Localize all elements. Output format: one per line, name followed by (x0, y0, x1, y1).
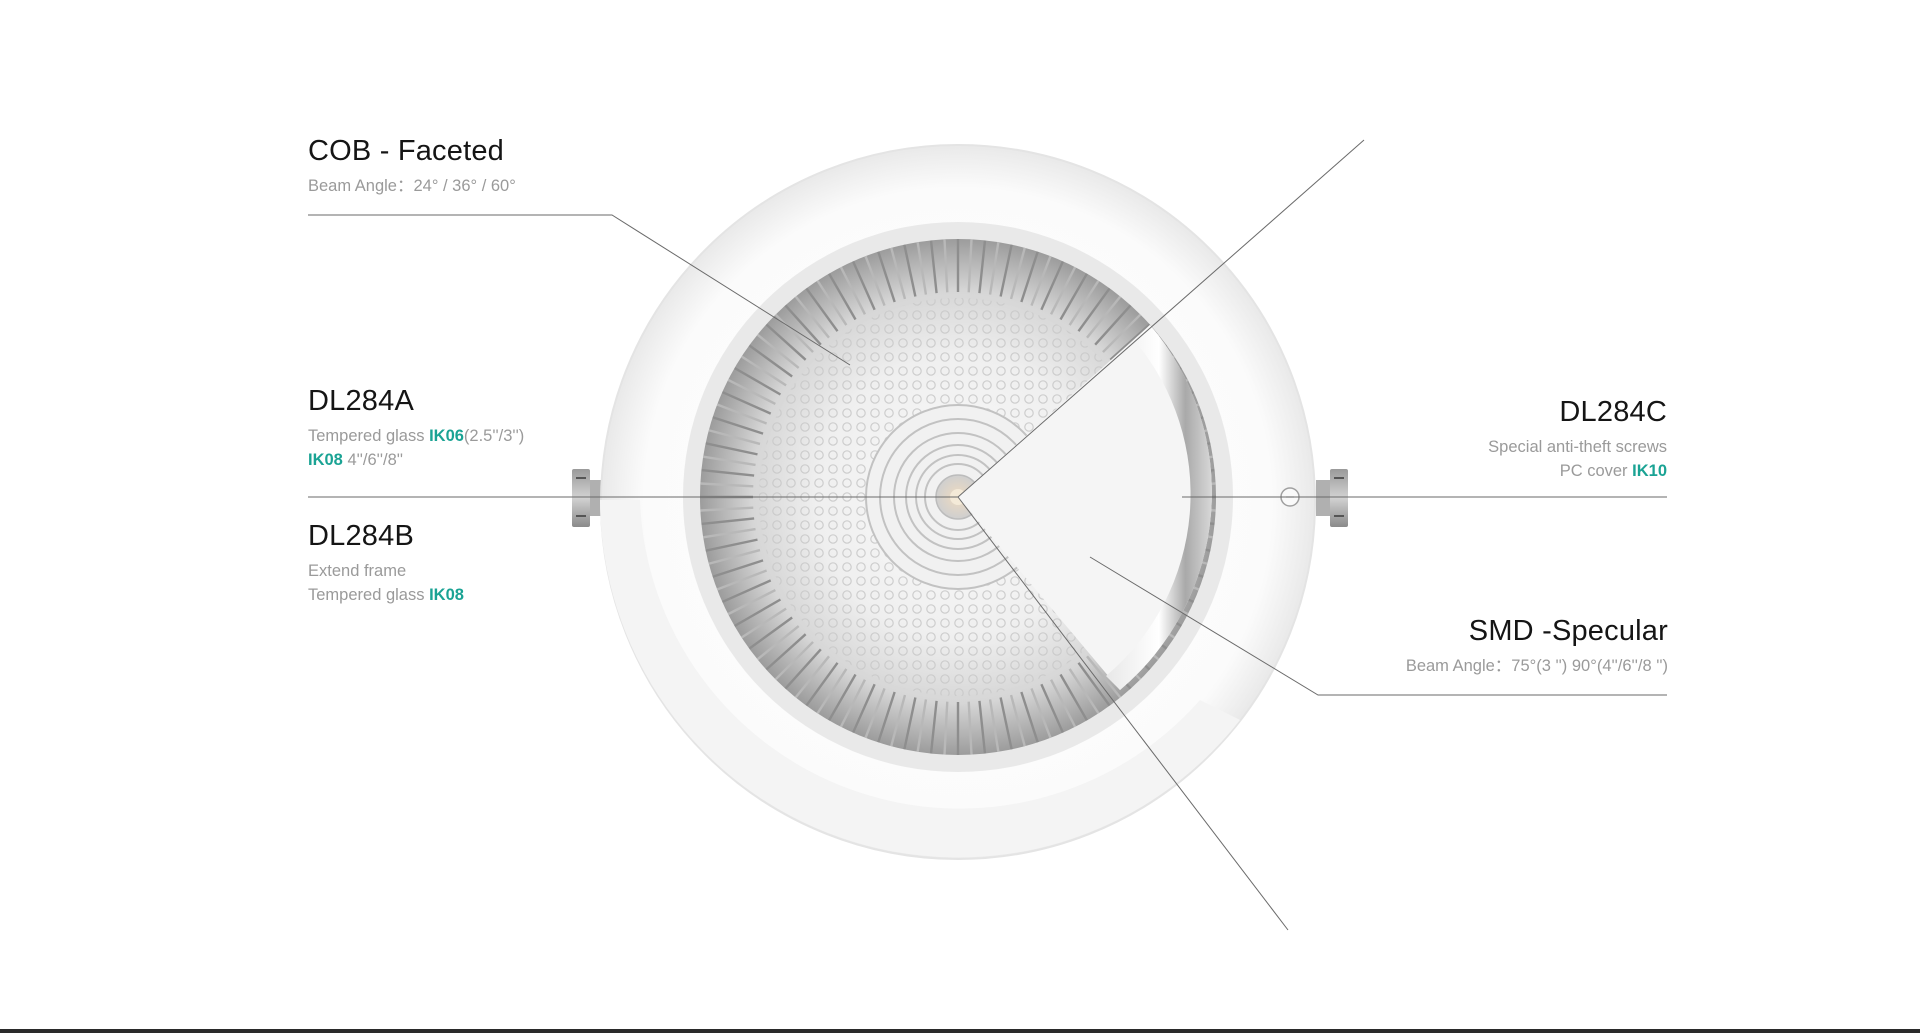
label-dl284b: DL284B Extend frame Tempered glass IK08 (308, 519, 464, 607)
label-cob-faceted: COB - Faceted Beam Angle：24° / 36° / 60° (308, 134, 516, 198)
smd-beam-angle: Beam Angle：75°(3 '') 90°(4''/6''/8 '') (1405, 657, 1668, 675)
dl284b-ik08: IK08 (429, 586, 464, 604)
cob-title: COB - Faceted (308, 135, 504, 167)
dl284a-ik08: IK08 (308, 451, 343, 469)
dl284a-line2: IK08 4''/6''/8'' (308, 448, 524, 472)
dl284b-title: DL284B (308, 520, 414, 552)
dl284c-line1: Special anti-theft screws (1488, 438, 1667, 456)
dl284b-line2-text: Tempered glass (308, 586, 430, 604)
dl284a-line2-sizes: 4''/6''/8'' (342, 451, 404, 469)
downlight-diagram (308, 139, 1667, 931)
bottom-edge-bar (0, 1029, 1920, 1033)
dl284a-line1-sizes: (2.5''/3'') (463, 427, 525, 445)
dl284b-line1: Extend frame (308, 562, 407, 580)
dl284b-line2: Tempered glass IK08 (308, 583, 464, 607)
dl284c-title: DL284C (1559, 396, 1667, 428)
label-smd-specular: SMD -Specular Beam Angle：75°(3 '') 90°(4… (1406, 614, 1668, 678)
dl284a-line1: Tempered glass IK06(2.5''/3'') (308, 424, 524, 448)
dl284c-line2: PC cover IK10 (1488, 459, 1667, 483)
smd-title: SMD -Specular (1468, 615, 1668, 647)
dl284a-line1-text: Tempered glass (308, 427, 430, 445)
dl284a-ik06: IK06 (429, 427, 464, 445)
label-dl284a: DL284A Tempered glass IK06(2.5''/3'') IK… (308, 384, 524, 472)
right-mounting-clip (1316, 469, 1348, 527)
dl284c-line2-text: PC cover (1559, 462, 1633, 480)
cob-beam-angle: Beam Angle：24° / 36° / 60° (308, 177, 516, 195)
left-mounting-clip (572, 469, 604, 527)
dl284c-ik10: IK10 (1632, 462, 1667, 480)
label-dl284c: DL284C Special anti-theft screws PC cove… (1488, 395, 1667, 483)
dl284a-title: DL284A (308, 385, 414, 417)
